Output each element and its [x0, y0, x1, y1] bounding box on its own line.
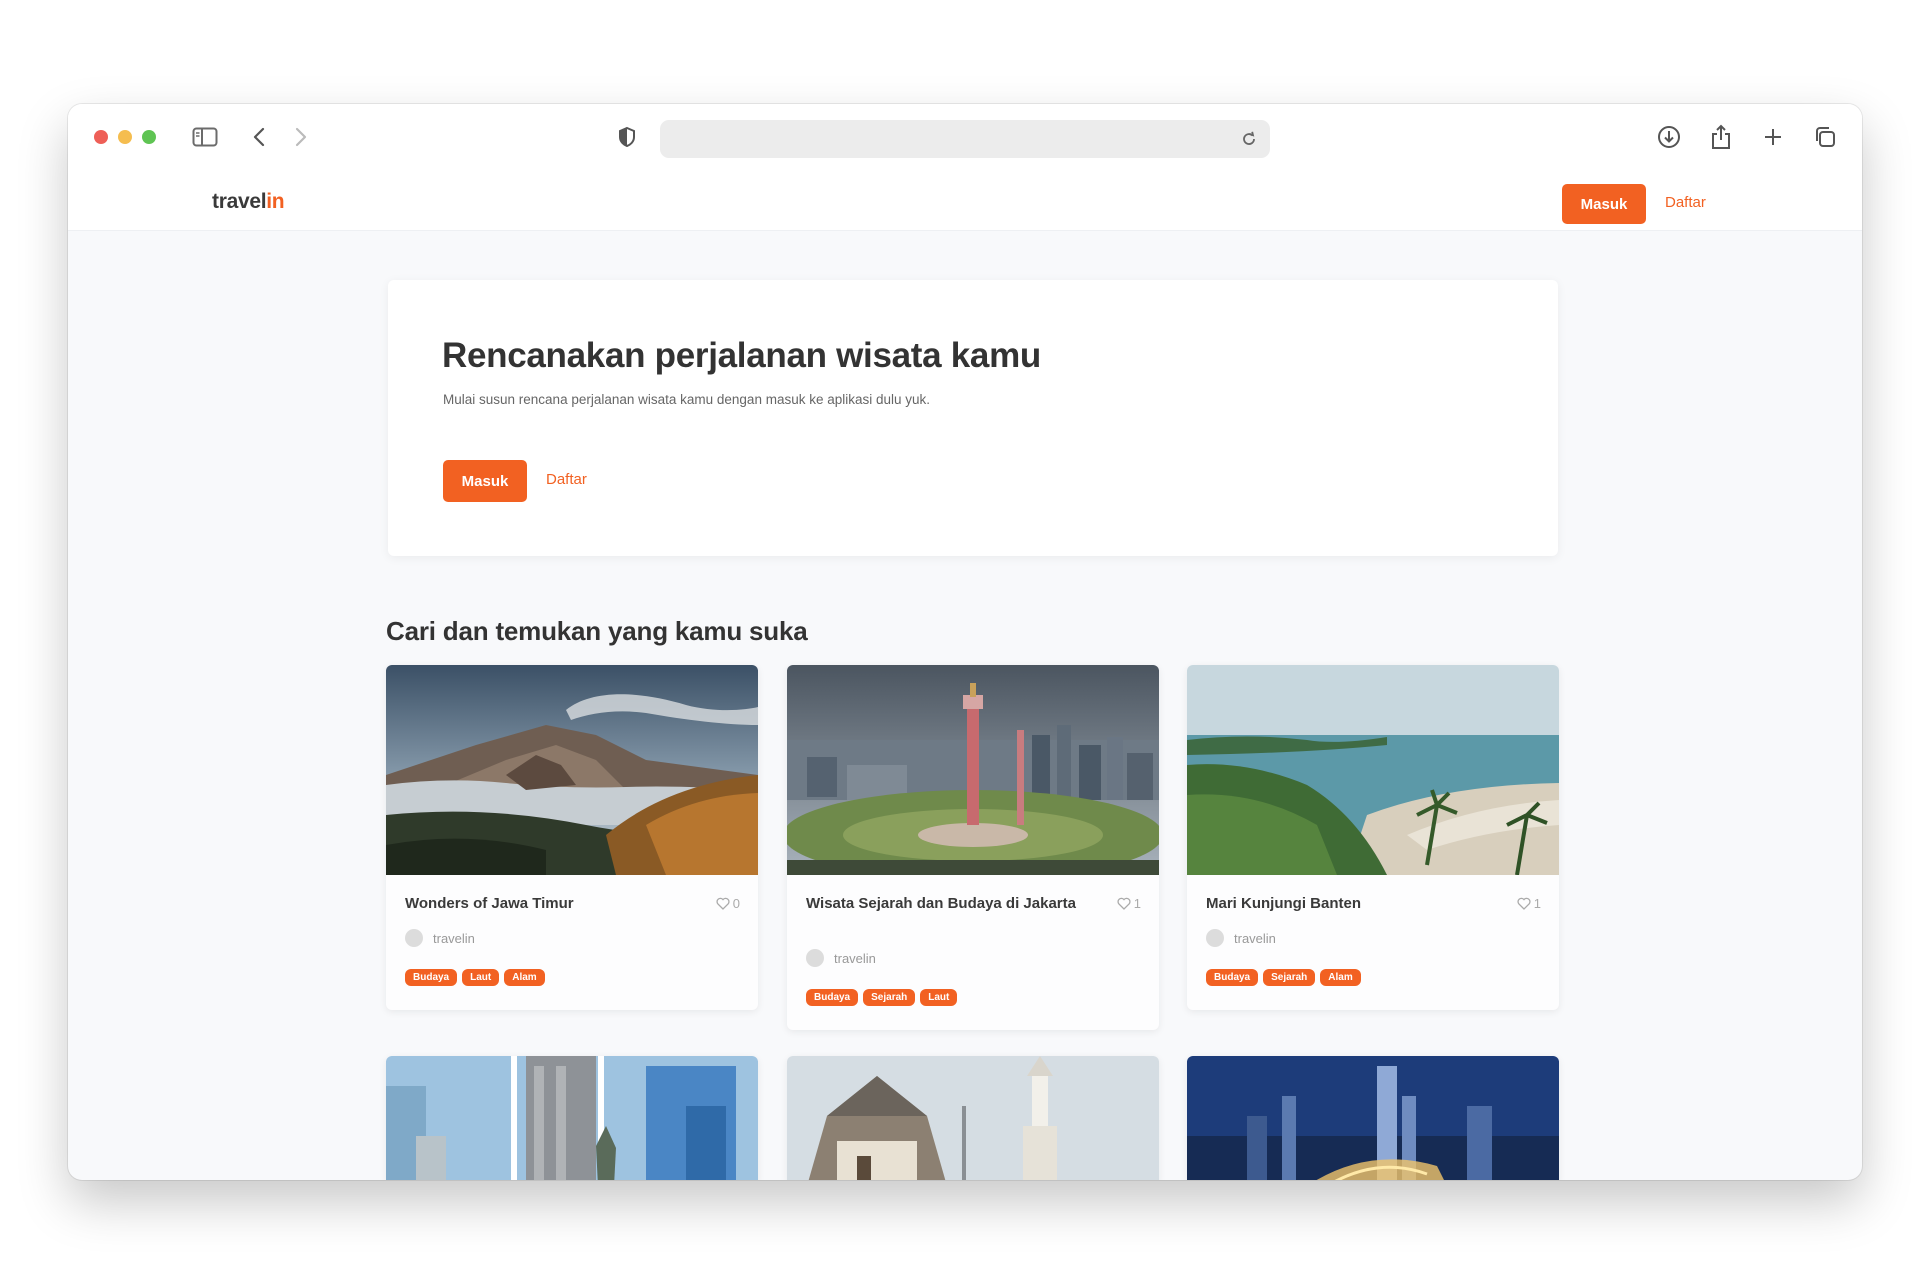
site-header: travelin Masuk Daftar: [68, 170, 1862, 231]
avatar: [806, 949, 824, 967]
trip-card-tags: Budaya Laut Alam: [405, 969, 545, 986]
tag: Sejarah: [863, 989, 916, 1006]
tag: Alam: [1320, 969, 1361, 986]
travelin-logo[interactable]: travelin: [212, 190, 285, 214]
section-title: Cari dan temukan yang kamu suka: [386, 616, 808, 646]
close-window-button[interactable]: [94, 130, 108, 144]
trip-card-image: [787, 665, 1159, 875]
browser-toolbar: [68, 104, 1862, 170]
author-name: travelin: [1234, 930, 1276, 946]
header-login-button[interactable]: Masuk: [1562, 184, 1646, 224]
hero-login-button[interactable]: Masuk: [443, 460, 527, 502]
share-icon[interactable]: [1706, 122, 1736, 152]
like-count: 1: [1133, 896, 1141, 911]
hero-card: Rencanakan perjalanan wisata kamu Mulai …: [388, 280, 1558, 556]
trip-card[interactable]: Mari Kunjungi Banten 1 travelin Budaya S…: [1187, 665, 1559, 1010]
minimize-window-button[interactable]: [118, 130, 132, 144]
logo-text: travel: [212, 190, 267, 213]
sidebar-toggle-icon[interactable]: [190, 122, 220, 152]
trip-card-tags: Budaya Sejarah Alam: [1206, 969, 1361, 986]
tag: Budaya: [1206, 969, 1259, 986]
trip-card-image: [386, 665, 758, 875]
hero-signup-link[interactable]: Daftar: [546, 471, 587, 488]
new-tab-icon[interactable]: [1758, 122, 1788, 152]
trip-card-image: [1187, 1056, 1559, 1180]
browser-window: travelin Masuk Daftar Rencanakan perjala…: [68, 104, 1862, 1180]
avatar: [1206, 929, 1224, 947]
like-count: 1: [1533, 896, 1541, 911]
logo-accent-text: in: [266, 190, 285, 213]
trip-card-likes[interactable]: 1: [1117, 896, 1141, 911]
trip-card-title: Wisata Sejarah dan Budaya di Jakarta: [806, 895, 1076, 912]
trip-card-author: travelin: [405, 929, 475, 947]
trip-card-title: Wonders of Jawa Timur: [405, 895, 574, 912]
heart-icon: [716, 897, 730, 910]
trip-card-title: Mari Kunjungi Banten: [1206, 895, 1361, 912]
tag: Budaya: [806, 989, 859, 1006]
avatar: [405, 929, 423, 947]
hero-title: Rencanakan perjalanan wisata kamu: [442, 336, 1041, 375]
trip-card[interactable]: Wonders of Jawa Timur 0 travelin Budaya …: [386, 665, 758, 1010]
trip-card-image: [386, 1056, 758, 1180]
trip-card-likes[interactable]: 1: [1517, 896, 1541, 911]
privacy-shield-icon[interactable]: [612, 122, 642, 152]
like-count: 0: [732, 896, 740, 911]
trip-card-likes[interactable]: 0: [716, 896, 740, 911]
downloads-icon[interactable]: [1654, 122, 1684, 152]
author-name: travelin: [834, 950, 876, 966]
tab-overview-icon[interactable]: [1810, 122, 1840, 152]
tag: Laut: [920, 989, 958, 1006]
trip-card-image: [1187, 665, 1559, 875]
heart-icon: [1117, 897, 1131, 910]
tag: Alam: [504, 969, 545, 986]
back-icon[interactable]: [244, 122, 274, 152]
trip-card-author: travelin: [806, 949, 876, 967]
hero-subtitle: Mulai susun rencana perjalanan wisata ka…: [443, 392, 931, 407]
forward-icon[interactable]: [286, 122, 316, 152]
address-bar[interactable]: [660, 120, 1270, 158]
trip-card[interactable]: [386, 1056, 758, 1180]
author-name: travelin: [433, 930, 475, 946]
trip-card[interactable]: [1187, 1056, 1559, 1180]
trip-card-author: travelin: [1206, 929, 1276, 947]
tag: Sejarah: [1263, 969, 1316, 986]
zoom-window-button[interactable]: [142, 130, 156, 144]
tag: Laut: [462, 969, 500, 986]
trip-card[interactable]: [787, 1056, 1159, 1180]
reload-icon[interactable]: [1234, 124, 1264, 154]
heart-icon: [1517, 897, 1531, 910]
trip-card-tags: Budaya Sejarah Laut: [806, 989, 958, 1006]
trip-card[interactable]: Wisata Sejarah dan Budaya di Jakarta 1 t…: [787, 665, 1159, 1030]
header-signup-link[interactable]: Daftar: [1665, 194, 1706, 211]
tag: Budaya: [405, 969, 458, 986]
trip-card-image: [787, 1056, 1159, 1180]
main-content: Rencanakan perjalanan wisata kamu Mulai …: [68, 230, 1862, 1180]
